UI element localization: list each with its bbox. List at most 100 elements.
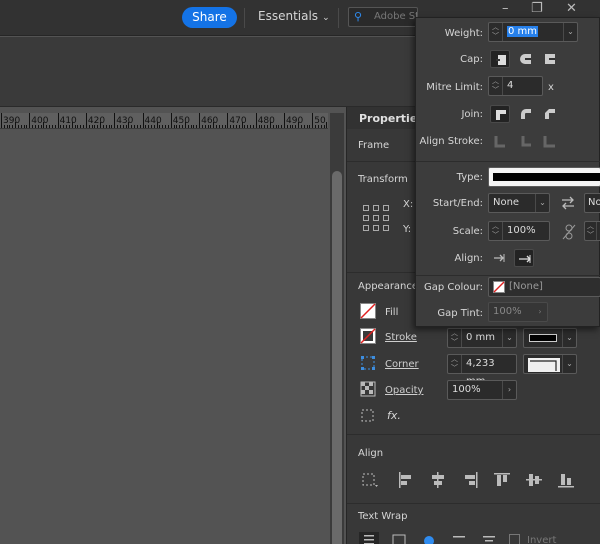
corner-options-icon[interactable] [360, 355, 376, 371]
wrap-bounding-box-icon[interactable] [391, 533, 407, 544]
gap-tint-value[interactable]: 100% [493, 303, 522, 321]
chevron-down-icon[interactable]: ⌄ [562, 355, 576, 373]
mitre-limit-value[interactable]: 4 [507, 77, 513, 95]
mitre-limit-field[interactable]: ︿ ﹀ 4 [488, 76, 543, 96]
invert-checkbox[interactable] [509, 534, 520, 544]
align-to-selection-icon[interactable] [361, 471, 379, 489]
jump-to-next-column-icon[interactable] [481, 533, 497, 544]
ruler-minor-tick [201, 125, 203, 128]
stepper-icon[interactable]: ︿ ﹀ [489, 77, 503, 95]
align-stroke-inside-button[interactable] [516, 132, 536, 150]
stroke-type-dropdown[interactable]: ⌄ [523, 328, 577, 348]
stock-search-input[interactable]: ⚲ Adobe St [348, 7, 418, 27]
close-icon[interactable]: ✕ [566, 1, 577, 16]
align-left-icon[interactable] [397, 471, 415, 489]
chevron-down-icon[interactable]: ⌄ [535, 194, 549, 212]
jump-object-icon[interactable] [451, 533, 467, 544]
ruler-minor-tick [210, 125, 212, 128]
gap-tint-field[interactable]: 100% › [488, 302, 548, 322]
round-join-button[interactable] [516, 105, 536, 123]
stroke-swatch-icon[interactable] [360, 328, 376, 344]
stroke-weight-value[interactable]: 0 mm [466, 329, 495, 347]
stroke-panel: Weight: ︿ ﹀ 0 mm ⌄ Cap: Mitre Limit: ︿ ﹀ 4… [415, 17, 600, 327]
stroke-label[interactable]: Stroke [385, 332, 417, 343]
ruler-minor-tick [68, 125, 70, 128]
stroke-type-field[interactable] [488, 167, 600, 187]
align-bottom-icon[interactable] [557, 471, 575, 489]
ruler-minor-tick [145, 125, 147, 128]
align-top-icon[interactable] [493, 471, 511, 489]
wrap-object-shape-icon[interactable] [421, 533, 437, 544]
start-arrowhead-value[interactable]: None [493, 194, 519, 212]
round-cap-button[interactable] [516, 50, 536, 68]
opacity-value[interactable]: 100% [452, 381, 481, 399]
opacity-label[interactable]: Opacity [385, 385, 423, 396]
chevron-down-icon[interactable]: ⌄ [563, 23, 577, 41]
chevron-right-icon[interactable]: › [533, 303, 547, 321]
chevron-down-icon[interactable]: ⌄ [502, 329, 516, 347]
ruler-minor-tick [63, 125, 65, 128]
corner-label[interactable]: Corner [385, 359, 419, 370]
stepper-icon[interactable]: ︿ ﹀ [489, 222, 503, 240]
reference-point-icon[interactable] [363, 205, 389, 231]
butt-cap-button[interactable] [490, 50, 510, 68]
document-canvas[interactable] [0, 130, 330, 544]
no-text-wrap-icon [364, 535, 374, 544]
share-button[interactable]: Share [182, 7, 237, 28]
ruler-minor-tick [320, 125, 322, 128]
scale-label: Scale: [452, 226, 483, 237]
gap-colour-dropdown[interactable]: [None] [488, 277, 600, 297]
chevron-right-icon[interactable]: › [502, 381, 516, 399]
ruler-minor-tick [77, 125, 79, 128]
projecting-cap-button[interactable] [540, 50, 560, 68]
corner-size-field[interactable]: ︿﹀ 4,233 mm [447, 354, 517, 387]
ruler-minor-tick [136, 125, 138, 128]
ruler-minor-tick [100, 122, 102, 128]
stroke-weight-field[interactable]: ︿ ﹀ 0 mm ⌄ [447, 328, 517, 348]
mitre-join-button[interactable] [490, 105, 510, 123]
swap-arrowheads-icon[interactable] [560, 196, 576, 210]
start-arrowhead-dropdown[interactable]: None ⌄ [488, 193, 550, 213]
no-text-wrap-button[interactable] [359, 532, 379, 544]
stepper-icon[interactable]: ︿ ﹀ [448, 329, 462, 347]
end-arrowhead-value[interactable]: No [588, 194, 600, 212]
horizontal-ruler[interactable]: 390 400 410 420 430 440 450 460 470 480 490 50 [0, 113, 328, 129]
weight-field[interactable]: ︿ ﹀ 0 mm ⌄ [488, 22, 578, 42]
ruler-minor-tick [119, 125, 121, 128]
x-label: X: [403, 199, 414, 210]
end-arrowhead-dropdown[interactable]: No [584, 193, 600, 213]
align-stroke-outside-button[interactable] [540, 132, 560, 150]
bevel-join-button[interactable] [540, 105, 560, 123]
vertical-scrollbar[interactable] [330, 113, 344, 544]
weight-value[interactable]: 0 mm [507, 26, 539, 37]
corner-shape-dropdown[interactable]: ⌄ [523, 354, 577, 374]
align-stroke-center-button[interactable] [490, 132, 510, 150]
stepper-icon[interactable]: ︿ ﹀ [448, 355, 462, 373]
select-effects-icon[interactable] [360, 408, 376, 424]
fill-swatch-icon[interactable] [360, 303, 376, 319]
minimize-icon[interactable]: – [502, 1, 509, 16]
ruler-minor-tick [317, 125, 319, 128]
workspace-switcher[interactable]: Essentials ⌄ [258, 9, 330, 23]
align-section-title: Align [358, 448, 384, 459]
arrow-scale-value[interactable]: 100% [507, 222, 536, 240]
restore-icon[interactable]: ❐ [531, 1, 543, 16]
opacity-field[interactable]: 100% › [447, 380, 517, 400]
end-scale-field[interactable]: ︿ ﹀ [584, 221, 600, 241]
arrow-align-label: Align: [454, 253, 483, 264]
arrow-tip-beyond-path-button[interactable] [490, 249, 510, 267]
opacity-icon[interactable] [360, 381, 376, 397]
align-right-icon[interactable] [461, 471, 479, 489]
arrow-tip-at-end-button[interactable] [514, 249, 534, 267]
scrollbar-thumb[interactable] [332, 171, 342, 544]
align-horizontal-center-icon[interactable] [429, 471, 447, 489]
fx-label[interactable]: fx. [387, 409, 401, 422]
stepper-icon[interactable]: ︿ ﹀ [585, 222, 597, 240]
stepper-icon[interactable]: ︿ ﹀ [489, 23, 503, 41]
arrow-scale-field[interactable]: ︿ ﹀ 100% [488, 221, 550, 241]
gap-colour-value[interactable]: [None] [509, 278, 543, 296]
link-scale-icon[interactable] [562, 224, 576, 240]
chevron-down-icon[interactable]: ⌄ [562, 329, 576, 347]
ruler-minor-tick [102, 125, 104, 128]
align-vertical-center-icon[interactable] [525, 471, 543, 489]
